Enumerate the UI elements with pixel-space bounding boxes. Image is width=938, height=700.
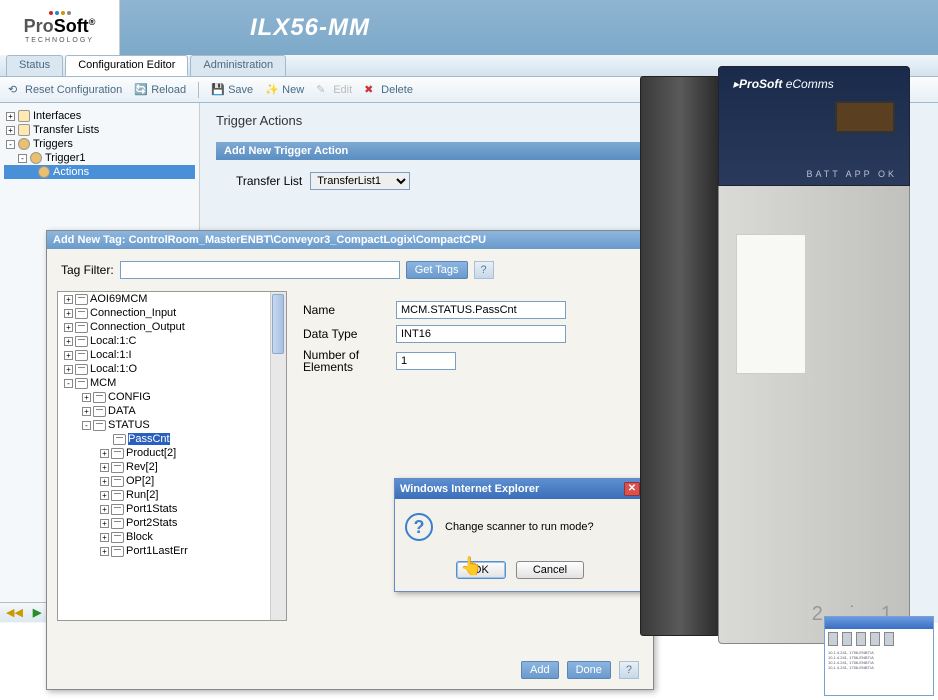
app-title: ILX56-MM (250, 14, 370, 42)
logo-reg: ® (89, 17, 96, 27)
add-button[interactable]: Add (521, 661, 559, 679)
plc-module-photo: ▸ProSoft eComms BATT APP OK 21 (640, 66, 910, 646)
tag-tree-node[interactable]: PassCnt (58, 432, 286, 446)
datatype-input[interactable] (396, 325, 566, 343)
tag-filter-label: Tag Filter: (61, 263, 114, 277)
delete-button[interactable]: ✖Delete (364, 83, 413, 97)
tag-tree-node[interactable]: +Local:1:O (58, 362, 286, 376)
reset-icon: ⟲ (8, 83, 22, 97)
get-tags-button[interactable]: Get Tags (406, 261, 468, 279)
name-input[interactable] (396, 301, 566, 319)
tag-tree-node[interactable]: +CONFIG (58, 390, 286, 404)
done-button[interactable]: Done (567, 661, 611, 679)
tag-tree-node[interactable]: +Local:1:I (58, 348, 286, 362)
tree-triggers[interactable]: -Triggers (4, 137, 195, 151)
add-tag-title: Add New Tag: ControlRoom_MasterENBT\Conv… (47, 231, 653, 249)
elements-input[interactable] (396, 352, 456, 370)
play-icon[interactable]: ▶ (33, 606, 41, 619)
tree-interfaces[interactable]: +Interfaces (4, 109, 195, 123)
transfer-list-label: Transfer List (236, 174, 302, 188)
tag-tree-node[interactable]: +Connection_Output (58, 320, 286, 334)
tab-status[interactable]: Status (6, 55, 63, 76)
tag-tree-node[interactable]: +Port2Stats (58, 516, 286, 530)
logo-sub: TECHNOLOGY (25, 37, 94, 44)
add-tag-dialog: Add New Tag: ControlRoom_MasterENBT\Conv… (46, 230, 654, 690)
logo-text-a: Pro (24, 16, 54, 36)
tag-tree-node[interactable]: -STATUS (58, 418, 286, 432)
tag-tree-node[interactable]: +Rev[2] (58, 460, 286, 474)
tag-tree-node[interactable]: +Block (58, 530, 286, 544)
tag-tree[interactable]: +AOI69MCM+Connection_Input+Connection_Ou… (57, 291, 287, 621)
subpanel-header: Add New Trigger Action (216, 142, 646, 160)
tree-transfer-lists[interactable]: +Transfer Lists (4, 123, 195, 137)
scrollbar[interactable] (270, 292, 286, 620)
tag-tree-node[interactable]: +Connection_Input (58, 306, 286, 320)
tree-actions[interactable]: Actions (4, 165, 195, 179)
question-icon: ? (405, 513, 433, 541)
tag-tree-node[interactable]: +Port1LastErr (58, 544, 286, 558)
nav-prev-icon[interactable]: ◀◀ (6, 606, 23, 619)
delete-icon: ✖ (364, 83, 378, 97)
reset-config-button[interactable]: ⟲Reset Configuration (8, 83, 122, 97)
ie-title: Windows Internet Explorer (400, 483, 539, 495)
transfer-list-select[interactable]: TransferList1 (310, 172, 410, 190)
tag-tree-node[interactable]: +OP[2] (58, 474, 286, 488)
tag-tree-node[interactable]: +Local:1:C (58, 334, 286, 348)
tag-tree-node[interactable]: -MCM (58, 376, 286, 390)
tag-tree-node[interactable]: +Port1Stats (58, 502, 286, 516)
tag-tree-node[interactable]: +Run[2] (58, 488, 286, 502)
tag-tree-node[interactable]: +DATA (58, 404, 286, 418)
tag-filter-input[interactable] (120, 261, 400, 279)
tree-trigger1[interactable]: -Trigger1 (4, 151, 195, 165)
datatype-label: Data Type (303, 327, 388, 341)
tag-tree-node[interactable]: +Product[2] (58, 446, 286, 460)
reload-icon: 🔄 (134, 83, 148, 97)
ie-message: Change scanner to run mode? (445, 521, 594, 533)
new-icon: ✨ (265, 83, 279, 97)
save-button[interactable]: 💾Save (211, 83, 253, 97)
edit-button[interactable]: ✎Edit (316, 83, 352, 97)
reload-button[interactable]: 🔄Reload (134, 83, 186, 97)
app-header: ProSoft® TECHNOLOGY ILX56-MM (0, 0, 938, 55)
thumbnail-window: 10.1.4.241, 1756-ENBT/A10.1.4.241, 1756-… (824, 616, 934, 696)
ok-button[interactable]: OK (456, 561, 506, 579)
tab-administration[interactable]: Administration (190, 55, 286, 76)
save-icon: 💾 (211, 83, 225, 97)
close-icon[interactable]: ✕ (624, 482, 640, 496)
help-button-2[interactable]: ? (619, 661, 639, 679)
edit-icon: ✎ (316, 83, 330, 97)
tab-config-editor[interactable]: Configuration Editor (65, 55, 188, 76)
tag-tree-node[interactable]: +AOI69MCM (58, 292, 286, 306)
help-button[interactable]: ? (474, 261, 494, 279)
elements-label: Number of Elements (303, 349, 388, 373)
logo: ProSoft® TECHNOLOGY (0, 0, 120, 55)
new-button[interactable]: ✨New (265, 83, 304, 97)
name-label: Name (303, 303, 388, 317)
logo-text-b: Soft (54, 16, 89, 36)
cancel-button[interactable]: Cancel (516, 561, 584, 579)
ie-confirm-dialog: Windows Internet Explorer ✕ ? Change sca… (394, 478, 646, 592)
